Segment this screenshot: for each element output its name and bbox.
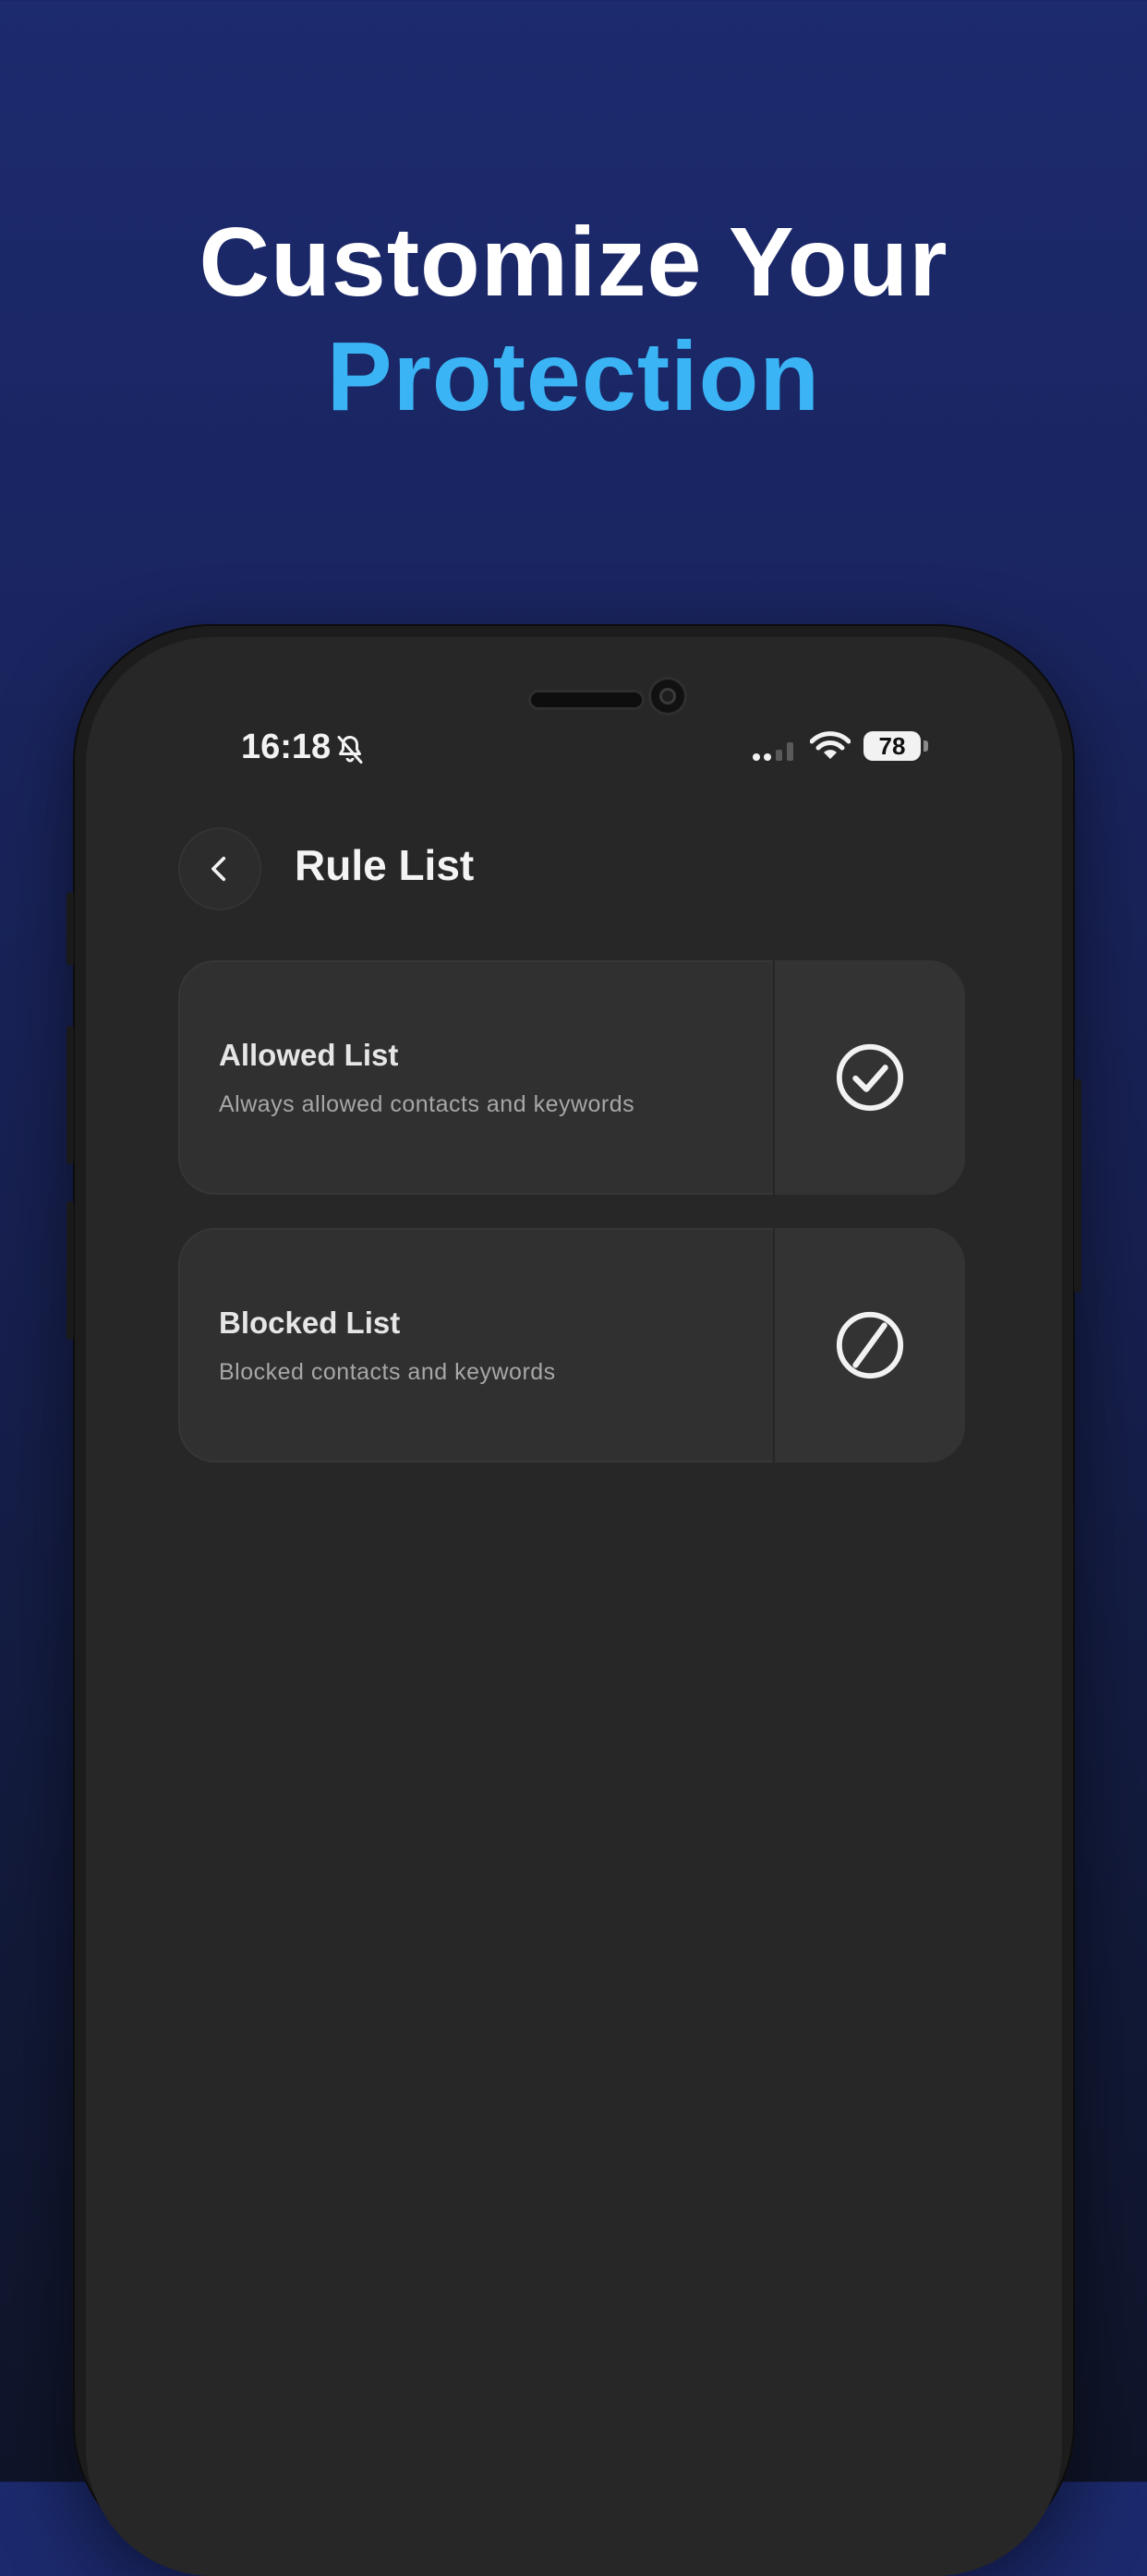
blocked-list-text: Blocked List Blocked contacts and keywor… (219, 1228, 755, 1463)
phone-screen: 16:18 78 Rule List Allowed List Always a… (86, 637, 1062, 2576)
allowed-list-action[interactable] (773, 960, 965, 1195)
signal-icon (753, 742, 793, 761)
front-camera (651, 680, 684, 713)
wifi-icon (810, 731, 851, 759)
allowed-list-title: Allowed List (219, 1037, 399, 1072)
bell-slash-icon (337, 736, 363, 764)
earpiece-speaker (531, 692, 642, 707)
chevron-left-icon (211, 856, 226, 882)
headline-line-1: Customize Your (199, 208, 948, 317)
headline-line-2: Protection (326, 322, 821, 431)
status-time: 16:18 (241, 728, 332, 766)
blocked-list-title: Blocked List (219, 1305, 401, 1340)
battery-tip (924, 740, 928, 752)
phone-frame: 16:18 78 Rule List Allowed List Always a… (66, 624, 1081, 2576)
allowed-list-card[interactable]: Allowed List Always allowed contacts and… (178, 960, 965, 1195)
promo-headline: Customize Your Protection (0, 205, 1147, 434)
phone-volume-down (66, 1201, 74, 1340)
phone-power-button (1074, 1078, 1081, 1293)
allowed-list-description: Always allowed contacts and keywords (219, 1090, 635, 1117)
blocked-list-action[interactable] (773, 1228, 965, 1463)
back-button[interactable] (178, 827, 261, 910)
allowed-list-text: Allowed List Always allowed contacts and… (219, 960, 755, 1195)
blocked-list-card[interactable]: Blocked List Blocked contacts and keywor… (178, 1228, 965, 1463)
page-title: Rule List (295, 841, 475, 889)
blocked-list-description: Blocked contacts and keywords (219, 1358, 556, 1385)
phone-mute-switch (66, 892, 74, 966)
phone-volume-up (66, 1026, 74, 1164)
block-icon (836, 1311, 904, 1379)
check-circle-icon (836, 1043, 904, 1112)
battery-icon: 78 (863, 731, 921, 761)
